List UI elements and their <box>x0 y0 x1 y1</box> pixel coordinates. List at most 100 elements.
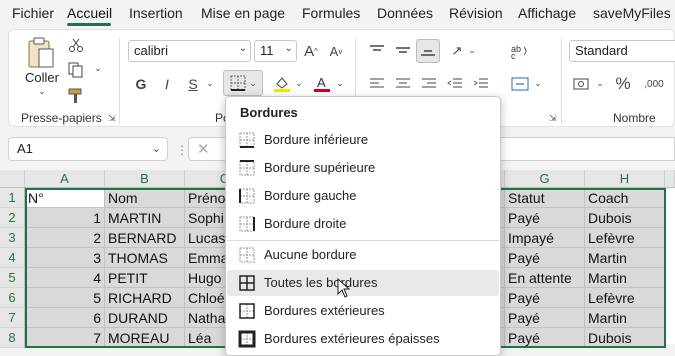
copy-icon[interactable] <box>65 60 87 80</box>
decrease-indent-icon[interactable] <box>444 73 466 95</box>
row-header[interactable]: 5 <box>0 268 25 288</box>
align-bottom-icon[interactable] <box>416 39 440 63</box>
table-cell[interactable]: Payé <box>505 328 585 348</box>
row-header[interactable]: 3 <box>0 228 25 248</box>
currency-icon[interactable] <box>571 73 593 95</box>
table-cell[interactable]: 6 <box>25 308 105 328</box>
table-cell[interactable]: PETIT <box>105 268 185 288</box>
column-header-a[interactable]: A <box>25 170 105 188</box>
cell-h1[interactable]: Coach <box>585 188 665 208</box>
font-color-icon[interactable]: A <box>311 73 333 95</box>
table-cell[interactable]: BERNARD <box>105 228 185 248</box>
formula-bar-handle-icon[interactable]: ⋮ <box>176 143 188 157</box>
orientation-icon[interactable]: ↗ <box>445 40 469 62</box>
menu-item-thick-outside-borders[interactable]: Bordures extérieures épaisses <box>227 326 499 352</box>
table-cell[interactable]: Payé <box>505 248 585 268</box>
wrap-text-icon[interactable]: ab c <box>509 40 531 62</box>
font-name-select[interactable]: calibri ⌄ <box>128 40 251 62</box>
orientation-dropdown-icon[interactable]: ⌄ <box>467 44 477 56</box>
menu-item-border-bottom[interactable]: Bordure inférieure <box>227 127 499 153</box>
table-cell[interactable]: RICHARD <box>105 288 185 308</box>
percent-icon[interactable]: % <box>612 73 634 95</box>
table-cell[interactable]: MOREAU <box>105 328 185 348</box>
tab-fichier[interactable]: Fichier <box>12 5 54 21</box>
currency-dropdown-icon[interactable]: ⌄ <box>595 77 605 89</box>
font-size-select[interactable]: 11 ⌄ <box>254 40 297 62</box>
table-cell[interactable]: Martin <box>585 248 665 268</box>
scissors-icon[interactable] <box>65 35 87 55</box>
table-cell[interactable]: 7 <box>25 328 105 348</box>
table-cell[interactable]: Payé <box>505 208 585 228</box>
dialog-launcher-icon[interactable]: ⇲ <box>108 113 116 124</box>
cell-b1[interactable]: Nom <box>105 188 185 208</box>
align-left-icon[interactable] <box>366 73 388 95</box>
merge-dropdown-icon[interactable]: ⌄ <box>533 77 543 89</box>
table-cell[interactable]: Lefèvre <box>585 288 665 308</box>
font-color-dropdown-icon[interactable]: ⌄ <box>335 77 345 89</box>
align-middle-icon[interactable] <box>392 40 414 62</box>
align-center-icon[interactable] <box>392 73 414 95</box>
tab-formules[interactable]: Formules <box>302 5 360 21</box>
cell-a1[interactable]: N° <box>25 188 105 208</box>
copy-dropdown-icon[interactable]: ⌄ <box>93 63 103 73</box>
fill-dropdown-icon[interactable]: ⌄ <box>294 77 304 89</box>
table-cell[interactable]: Martin <box>585 308 665 328</box>
row-header[interactable]: 7 <box>0 308 25 328</box>
column-header-next[interactable] <box>665 170 675 188</box>
increase-indent-icon[interactable] <box>470 73 492 95</box>
tab-savemyfiles[interactable]: saveMyFiles <box>593 5 671 21</box>
table-cell[interactable]: Impayé <box>505 228 585 248</box>
borders-button[interactable]: ⌄ <box>223 70 263 96</box>
select-all-corner[interactable] <box>0 170 25 188</box>
table-cell[interactable]: 2 <box>25 228 105 248</box>
name-box[interactable]: A1 ⌄ <box>8 137 168 161</box>
bold-button[interactable]: G <box>131 73 151 95</box>
row-header[interactable]: 8 <box>0 328 25 348</box>
merge-center-icon[interactable] <box>509 73 531 95</box>
row-header[interactable]: 4 <box>0 248 25 268</box>
menu-item-all-borders[interactable]: Toutes les bordures <box>227 270 499 296</box>
decrease-font-icon[interactable]: Av <box>326 40 346 62</box>
fill-color-icon[interactable] <box>271 73 293 95</box>
cancel-entry-icon[interactable]: ✕ <box>197 140 210 158</box>
dialog-launcher-icon[interactable]: ⇲ <box>549 113 557 124</box>
column-header-b[interactable]: B <box>105 170 185 188</box>
format-painter-icon[interactable] <box>65 86 87 106</box>
paste-label[interactable]: Coller <box>25 70 59 85</box>
italic-button[interactable]: I <box>157 73 177 95</box>
chevron-down-icon[interactable]: ⌄ <box>37 86 47 96</box>
tab-mise-en-page[interactable]: Mise en page <box>201 5 285 21</box>
table-cell[interactable]: 4 <box>25 268 105 288</box>
row-header[interactable]: 6 <box>0 288 25 308</box>
number-format-select[interactable]: Standard <box>569 40 675 62</box>
align-top-icon[interactable] <box>366 40 388 62</box>
underline-button[interactable]: S <box>183 73 203 95</box>
table-cell[interactable]: Payé <box>505 308 585 328</box>
align-right-icon[interactable] <box>418 73 440 95</box>
menu-item-outside-borders[interactable]: Bordures extérieures <box>227 298 499 324</box>
comma-style-icon[interactable]: ,000 <box>639 73 669 95</box>
menu-item-border-left[interactable]: Bordure gauche <box>227 183 499 209</box>
menu-item-border-top[interactable]: Bordure supérieure <box>227 155 499 181</box>
table-cell[interactable]: Martin <box>585 268 665 288</box>
menu-item-no-border[interactable]: Aucune bordure <box>227 242 499 268</box>
column-header-h[interactable]: H <box>585 170 665 188</box>
tab-accueil[interactable]: Accueil <box>67 5 112 21</box>
tab-donnees[interactable]: Données <box>377 5 433 21</box>
table-cell[interactable]: THOMAS <box>105 248 185 268</box>
tab-insertion[interactable]: Insertion <box>129 5 183 21</box>
table-cell[interactable]: Dubois <box>585 208 665 228</box>
row-header[interactable]: 2 <box>0 208 25 228</box>
table-cell[interactable]: 3 <box>25 248 105 268</box>
table-cell[interactable]: 5 <box>25 288 105 308</box>
increase-font-icon[interactable]: A ^ <box>301 40 321 62</box>
table-cell[interactable]: 1 <box>25 208 105 228</box>
tab-revision[interactable]: Révision <box>449 5 503 21</box>
underline-dropdown-icon[interactable]: ⌄ <box>205 77 215 89</box>
tab-affichage[interactable]: Affichage <box>518 5 576 21</box>
column-header-g[interactable]: G <box>505 170 585 188</box>
table-cell[interactable]: Lefèvre <box>585 228 665 248</box>
table-cell[interactable]: MARTIN <box>105 208 185 228</box>
table-cell[interactable]: Payé <box>505 288 585 308</box>
cell-g1[interactable]: Statut <box>505 188 585 208</box>
